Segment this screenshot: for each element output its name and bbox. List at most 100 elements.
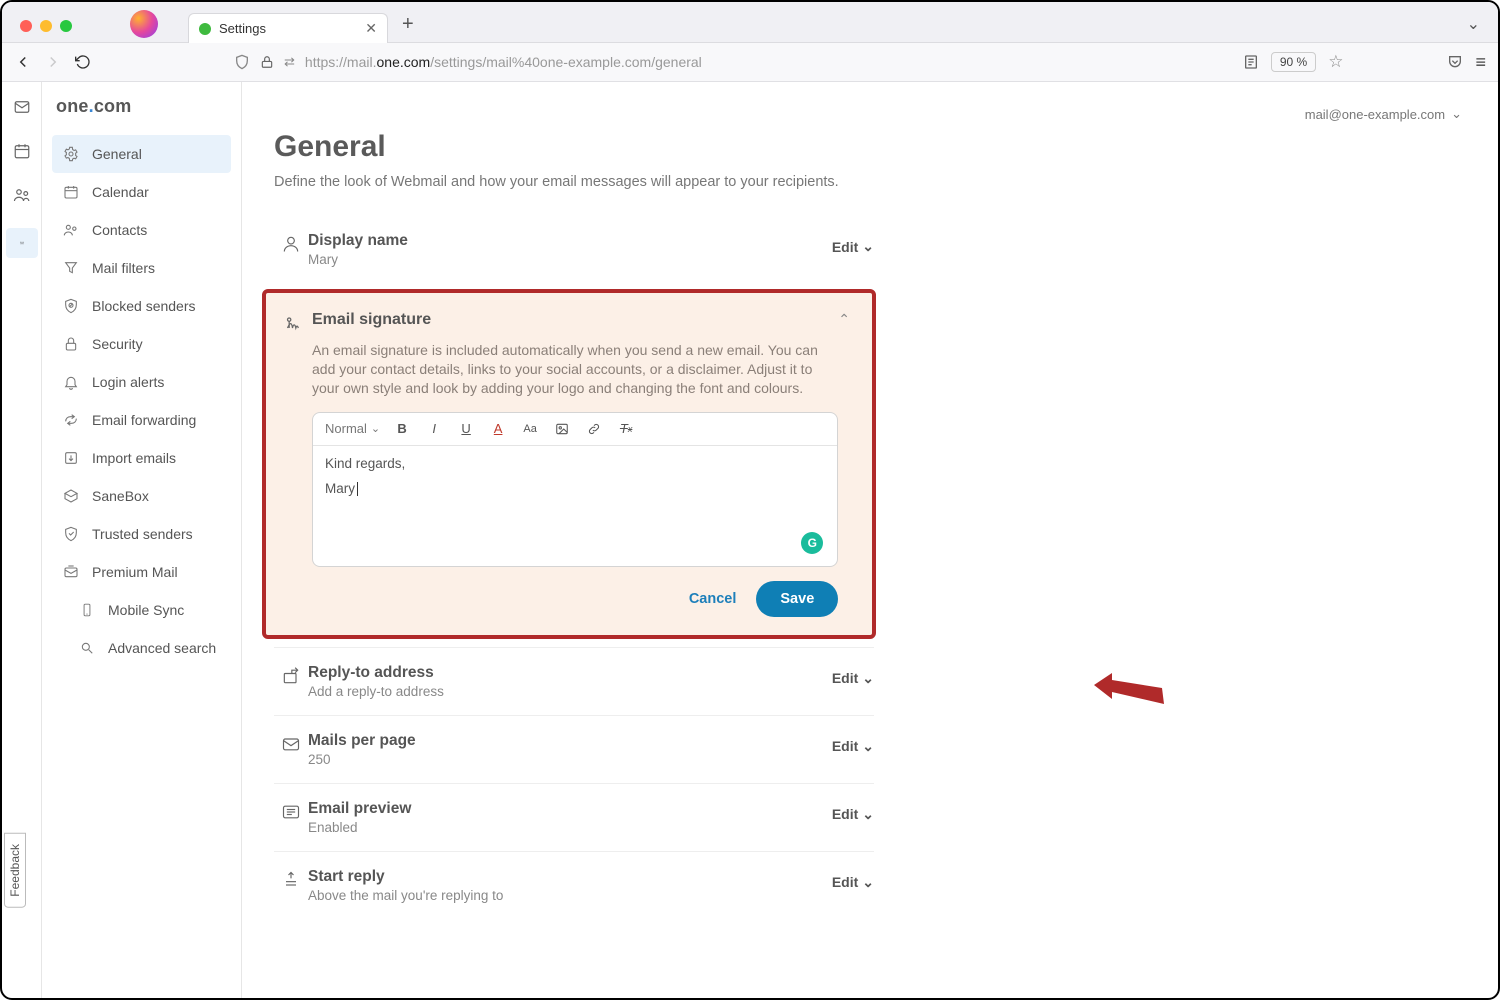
close-window[interactable] xyxy=(20,20,32,32)
chevron-down-icon: ⌄ xyxy=(862,806,874,823)
sidebar-item-label: Mail filters xyxy=(92,260,155,276)
collapse-icon[interactable]: ⌃ xyxy=(838,311,850,328)
chevron-down-icon: ⌄ xyxy=(862,738,874,755)
box-icon xyxy=(62,487,80,505)
clear-format-button[interactable]: Tx xyxy=(616,419,636,439)
start-reply-icon xyxy=(274,868,308,890)
sidebar-item-advanced-search[interactable]: Advanced search xyxy=(52,629,231,667)
sidebar-item-contacts[interactable]: Contacts xyxy=(52,211,231,249)
font-size-button[interactable]: Aa xyxy=(520,419,540,439)
edit-start-reply[interactable]: Edit⌄ xyxy=(832,868,874,891)
settings-sidebar: one.com General Calendar Contacts Mail f… xyxy=(42,82,242,998)
sidebar-item-label: Calendar xyxy=(92,184,149,200)
contacts-icon xyxy=(62,221,80,239)
mails-per-page-title: Mails per page xyxy=(308,732,832,750)
feedback-tab[interactable]: Feedback xyxy=(4,833,26,908)
image-button[interactable] xyxy=(552,419,572,439)
edit-mails-per-page[interactable]: Edit⌄ xyxy=(832,732,874,755)
sidebar-item-premium-mail[interactable]: Premium Mail xyxy=(52,553,231,591)
page-title: General xyxy=(274,130,1466,164)
reload-button[interactable] xyxy=(74,53,92,71)
signature-title: Email signature xyxy=(312,311,838,329)
format-dropdown[interactable]: Normal⌄ xyxy=(325,421,380,436)
back-button[interactable] xyxy=(14,53,32,71)
sidebar-item-general[interactable]: General xyxy=(52,135,231,173)
email-signature-section: Email signature An email signature is in… xyxy=(262,289,876,639)
macos-window-controls[interactable] xyxy=(20,20,72,32)
lock-icon xyxy=(62,335,80,353)
sidebar-item-login-alerts[interactable]: Login alerts xyxy=(52,363,231,401)
sidebar-item-blocked-senders[interactable]: Blocked senders xyxy=(52,287,231,325)
download-icon xyxy=(62,449,80,467)
email-preview-value: Enabled xyxy=(308,820,832,835)
font-color-button[interactable]: A xyxy=(488,419,508,439)
sidebar-item-mail-filters[interactable]: Mail filters xyxy=(52,249,231,287)
italic-button[interactable]: I xyxy=(424,419,444,439)
grammarly-icon[interactable]: G xyxy=(801,532,823,554)
sidebar-item-label: SaneBox xyxy=(92,488,149,504)
page-description: Define the look of Webmail and how your … xyxy=(274,174,974,190)
new-tab-button[interactable]: + xyxy=(402,13,414,36)
minimize-window[interactable] xyxy=(40,20,52,32)
sidebar-item-label: General xyxy=(92,146,142,162)
sidebar-item-label: Advanced search xyxy=(108,640,216,656)
sidebar-item-calendar[interactable]: Calendar xyxy=(52,173,231,211)
sidebar-item-security[interactable]: Security xyxy=(52,325,231,363)
link-button[interactable] xyxy=(584,419,604,439)
maximize-window[interactable] xyxy=(60,20,72,32)
rail-contacts-icon[interactable] xyxy=(11,184,33,206)
mails-per-page-icon xyxy=(274,732,308,754)
phone-icon xyxy=(78,601,96,619)
display-name-value: Mary xyxy=(308,252,832,267)
sidebar-item-label: Security xyxy=(92,336,143,352)
rail-mail-icon[interactable] xyxy=(11,96,33,118)
signature-icon xyxy=(278,311,312,333)
url-text: https://mail.one.com/settings/mail%40one… xyxy=(305,54,702,70)
sidebar-item-label: Mobile Sync xyxy=(108,602,184,618)
sidebar-item-label: Contacts xyxy=(92,222,147,238)
menu-icon[interactable]: ≡ xyxy=(1475,52,1486,73)
edit-display-name[interactable]: Edit ⌄ xyxy=(832,232,874,255)
lock-icon[interactable] xyxy=(260,55,274,69)
start-reply-title: Start reply xyxy=(308,868,832,886)
account-dropdown[interactable]: mail@one-example.com ⌄ xyxy=(1305,102,1466,122)
user-icon xyxy=(274,232,308,254)
pocket-icon[interactable] xyxy=(1447,54,1463,70)
bold-button[interactable]: B xyxy=(392,419,412,439)
url-bar[interactable]: ⇄ https://mail.one.com/settings/mail%40o… xyxy=(104,54,1231,70)
sidebar-item-mobile-sync[interactable]: Mobile Sync xyxy=(52,591,231,629)
gear-icon xyxy=(62,145,80,163)
zoom-indicator[interactable]: 90 % xyxy=(1271,52,1316,72)
shield-icon[interactable] xyxy=(234,54,250,70)
sidebar-item-trusted-senders[interactable]: Trusted senders xyxy=(52,515,231,553)
rail-settings-icon[interactable] xyxy=(6,228,38,258)
sidebar-item-label: Premium Mail xyxy=(92,564,178,580)
list-tabs-icon[interactable]: ⌄ xyxy=(1467,16,1480,33)
edit-email-preview[interactable]: Edit⌄ xyxy=(832,800,874,823)
save-button[interactable]: Save xyxy=(756,581,838,617)
bookmark-star-icon[interactable]: ☆ xyxy=(1328,52,1343,72)
underline-button[interactable]: U xyxy=(456,419,476,439)
sidebar-item-sanebox[interactable]: SaneBox xyxy=(52,477,231,515)
sidebar-item-email-forwarding[interactable]: Email forwarding xyxy=(52,401,231,439)
site-permissions-icon[interactable]: ⇄ xyxy=(284,54,295,70)
email-preview-title: Email preview xyxy=(308,800,832,818)
premium-icon xyxy=(62,563,80,581)
close-tab-icon[interactable]: ✕ xyxy=(365,20,377,37)
rail-calendar-icon[interactable] xyxy=(11,140,33,162)
edit-reply-to[interactable]: Edit⌄ xyxy=(832,664,874,687)
sidebar-item-label: Import emails xyxy=(92,450,176,466)
chevron-down-icon: ⌄ xyxy=(862,874,874,891)
start-reply-value: Above the mail you're replying to xyxy=(308,888,832,903)
sidebar-item-import-emails[interactable]: Import emails xyxy=(52,439,231,477)
signature-textarea[interactable]: Kind regards, Mary G xyxy=(313,446,837,566)
browser-tab[interactable]: Settings ✕ xyxy=(188,13,388,43)
chevron-down-icon: ⌄ xyxy=(371,422,380,435)
search-icon xyxy=(78,639,96,657)
reader-mode-icon[interactable] xyxy=(1243,54,1259,70)
reply-to-title: Reply-to address xyxy=(308,664,832,682)
sidebar-item-label: Login alerts xyxy=(92,374,164,390)
cancel-button[interactable]: Cancel xyxy=(689,591,737,607)
forward-button[interactable] xyxy=(44,53,62,71)
annotation-arrow xyxy=(1092,668,1172,718)
